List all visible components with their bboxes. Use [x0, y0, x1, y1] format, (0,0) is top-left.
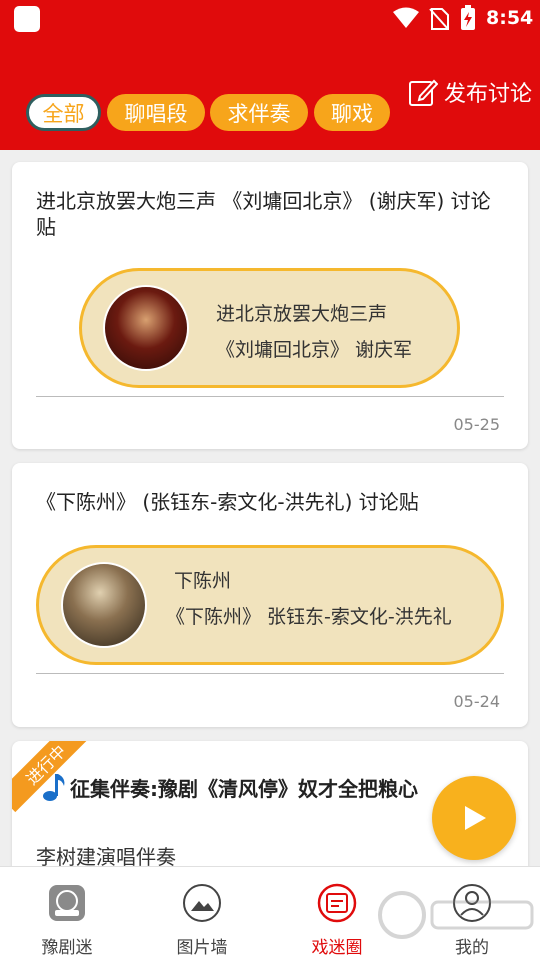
solicitation-title: 征集伴奏:豫剧《清风停》奴才全把粮心: [42, 772, 418, 802]
pill-song-info: 《下陈州》 张钰东-索文化-洪先礼: [166, 606, 452, 628]
nav-label: 豫剧迷: [41, 938, 93, 958]
opera-avatar: [61, 562, 147, 648]
post-card[interactable]: 《下陈州》 (张钰东-索文化-洪先礼) 讨论贴 下陈州 《下陈州》 张钰东-索文…: [12, 463, 528, 727]
divider: [36, 396, 504, 397]
tab-request-accompaniment[interactable]: 求伴奏: [210, 94, 308, 131]
status-bar: 8:54: [0, 0, 540, 40]
image-icon: [183, 884, 221, 922]
status-time: 8:54: [486, 7, 534, 29]
post-card[interactable]: 进北京放罢大炮三声 《刘墉回北京》 (谢庆军) 讨论贴 进北京放罢大炮三声 《刘…: [12, 162, 528, 449]
wifi-icon: [393, 7, 419, 28]
post-title: 《下陈州》 (张钰东-索文化-洪先礼) 讨论贴: [36, 490, 419, 514]
chat-circle-icon: [317, 883, 357, 923]
publish-discussion-button[interactable]: 发布讨论: [408, 76, 532, 108]
app-notification-icon: [14, 6, 40, 32]
play-icon: [465, 806, 486, 830]
post-date: 05-25: [453, 415, 501, 434]
nav-item-yujumi[interactable]: 豫剧迷: [7, 867, 127, 960]
opera-logo-icon: [49, 885, 85, 921]
solicitation-title-text: 征集伴奏:豫剧《清风停》奴才全把粮心: [70, 776, 418, 801]
song-pill[interactable]: 进北京放罢大炮三声 《刘墉回北京》 谢庆军: [79, 268, 460, 388]
publish-label: 发布讨论: [444, 82, 533, 107]
no-sim-icon: [429, 8, 449, 30]
watermark-logo: [378, 891, 534, 939]
post-date: 05-24: [453, 692, 501, 711]
pill-song-name: 下陈州: [174, 570, 232, 592]
tab-all[interactable]: 全部: [26, 94, 101, 131]
music-note-icon: [43, 774, 65, 801]
nav-label: 图片墙: [176, 938, 228, 958]
tab-chat-opera[interactable]: 聊戏: [314, 94, 390, 131]
battery-charging-icon: [461, 5, 475, 30]
song-pill[interactable]: 下陈州 《下陈州》 张钰东-索文化-洪先礼: [36, 545, 504, 665]
post-title: 进北京放罢大炮三声 《刘墉回北京》 (谢庆军) 讨论贴: [36, 189, 491, 239]
edit-icon: [409, 79, 438, 106]
pill-song-name: 进北京放罢大炮三声: [216, 303, 388, 325]
opera-avatar: [103, 285, 189, 371]
header: 8:54 全部 聊唱段 求伴奏 聊戏 发布讨论: [0, 0, 540, 150]
divider: [36, 673, 504, 674]
nav-item-photo-wall[interactable]: 图片墙: [142, 867, 262, 960]
tab-chat-arias[interactable]: 聊唱段: [107, 94, 205, 131]
pill-song-info: 《刘墉回北京》 谢庆军: [216, 339, 413, 361]
play-button[interactable]: [432, 776, 516, 860]
